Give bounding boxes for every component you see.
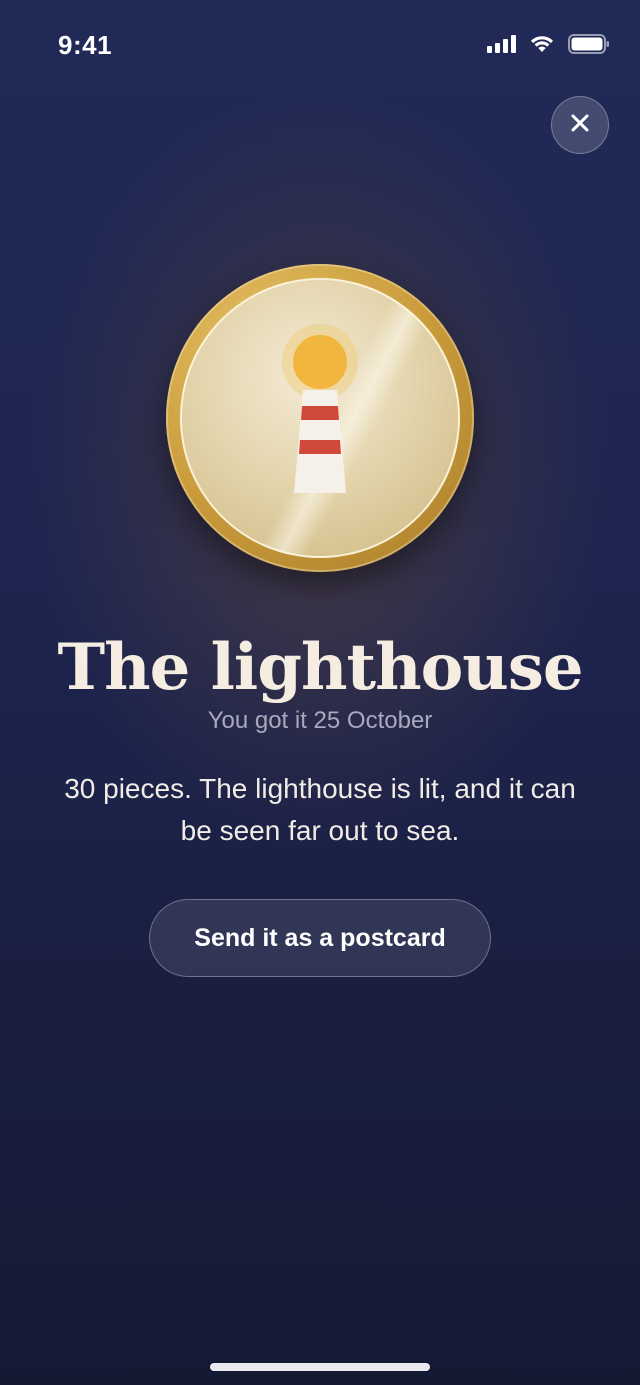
medal-face — [180, 278, 460, 558]
status-time: 9:41 — [58, 30, 113, 60]
achievement-title: The lighthouse — [57, 630, 583, 705]
earned-date: You got it 25 October — [207, 707, 433, 734]
close-icon — [570, 113, 590, 138]
signal-icon — [487, 35, 516, 53]
wifi-icon — [530, 35, 554, 53]
achievement-medal — [166, 264, 474, 572]
send-postcard-button[interactable]: Send it as a postcard — [149, 899, 491, 977]
status-icons — [487, 34, 610, 54]
battery-icon — [568, 34, 610, 54]
achievement-screen: 9:41 The lighthouse You got it 25 Octobe… — [0, 0, 640, 1385]
achievement-description: 30 pieces. The lighthouse is lit, and it… — [64, 773, 576, 846]
lighthouse-icon — [282, 324, 358, 493]
home-indicator[interactable] — [210, 1363, 430, 1371]
close-button[interactable] — [551, 96, 609, 154]
